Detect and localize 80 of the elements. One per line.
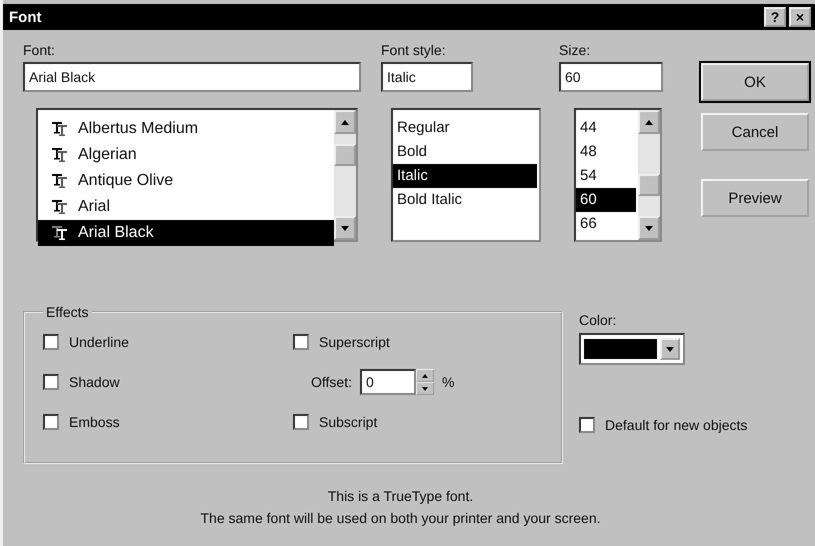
font-style-item[interactable]: Italic bbox=[393, 164, 537, 188]
font-list-item[interactable]: Antique Olive bbox=[38, 168, 334, 194]
scroll-up-button[interactable] bbox=[334, 110, 356, 134]
checkbox-option[interactable]: Shadow bbox=[43, 370, 293, 394]
font-style-label: Font style: bbox=[381, 42, 447, 59]
truetype-icon bbox=[52, 148, 68, 162]
offset-field[interactable]: 0 bbox=[360, 369, 416, 395]
checkbox[interactable] bbox=[43, 374, 59, 390]
font-name: Arial bbox=[78, 198, 110, 216]
dropdown-button[interactable] bbox=[660, 338, 680, 360]
truetype-icon bbox=[52, 200, 68, 214]
scrollbar-thumb[interactable] bbox=[638, 174, 660, 196]
size-item[interactable]: 66 bbox=[576, 212, 636, 236]
size-item[interactable]: 60 bbox=[576, 188, 636, 212]
checkbox-option[interactable]: Underline bbox=[43, 330, 293, 354]
font-style-item[interactable]: Regular bbox=[393, 116, 537, 140]
arrow-up-icon bbox=[341, 120, 349, 124]
arrow-down-icon bbox=[645, 226, 653, 230]
size-label: Size: bbox=[559, 42, 592, 59]
arrow-up-icon bbox=[645, 120, 653, 124]
offset-label: Offset: bbox=[311, 374, 352, 390]
scroll-up-button[interactable] bbox=[638, 110, 660, 134]
spin-up-button[interactable] bbox=[416, 369, 434, 382]
font-name: Albertus Medium bbox=[78, 120, 198, 138]
font-list-item[interactable]: Algerian bbox=[38, 142, 334, 168]
font-label: Font: bbox=[23, 42, 56, 59]
font-list-item[interactable]: Albertus Medium bbox=[38, 116, 334, 142]
window-title: Font bbox=[9, 8, 42, 26]
font-name: Algerian bbox=[78, 146, 137, 164]
close-button[interactable]: × bbox=[789, 7, 811, 27]
checkbox[interactable] bbox=[43, 334, 59, 350]
font-style-item[interactable]: Bold bbox=[393, 140, 537, 164]
color-label: Color: bbox=[579, 312, 618, 329]
checkbox-label: Emboss bbox=[69, 414, 120, 430]
checkbox-option[interactable]: Superscript bbox=[293, 330, 543, 354]
arrow-down-icon bbox=[422, 386, 428, 390]
size-list[interactable]: 44 48 54 60 66 bbox=[574, 108, 662, 242]
size-field[interactable]: 60 bbox=[559, 62, 663, 92]
size-item[interactable]: 48 bbox=[576, 140, 636, 164]
scroll-down-button[interactable] bbox=[334, 216, 356, 240]
checkbox-label: Shadow bbox=[69, 374, 120, 390]
help-button[interactable]: ? bbox=[764, 7, 786, 27]
font-list-item[interactable]: Arial Black bbox=[38, 220, 334, 246]
checkbox-option[interactable]: Emboss bbox=[43, 410, 293, 434]
checkbox[interactable] bbox=[579, 417, 595, 433]
arrow-down-icon bbox=[666, 346, 674, 352]
font-name: Antique Olive bbox=[78, 172, 174, 190]
truetype-icon bbox=[52, 174, 68, 188]
ok-button[interactable]: OK bbox=[701, 63, 809, 101]
description-text: The same font will be used on both your printer and your screen. bbox=[200, 510, 600, 526]
scrollbar-thumb[interactable] bbox=[334, 144, 356, 166]
size-item[interactable]: 54 bbox=[576, 164, 636, 188]
effects-title: Effects bbox=[45, 304, 90, 320]
preview-button[interactable]: Preview bbox=[701, 179, 809, 217]
font-field[interactable]: Arial Black bbox=[23, 62, 361, 92]
size-item[interactable]: 44 bbox=[576, 116, 636, 140]
checkbox[interactable] bbox=[293, 334, 309, 350]
font-style-item[interactable]: Bold Italic bbox=[393, 188, 537, 212]
checkbox-option[interactable]: Subscript bbox=[293, 410, 543, 434]
spin-down-button[interactable] bbox=[416, 382, 434, 395]
checkbox[interactable] bbox=[43, 414, 59, 430]
checkbox-label: Default for new objects bbox=[605, 417, 748, 433]
font-list-item[interactable]: Arial bbox=[38, 194, 334, 220]
percent-unit: % bbox=[442, 374, 454, 390]
checkbox[interactable] bbox=[293, 414, 309, 430]
arrow-up-icon bbox=[422, 374, 428, 378]
scroll-down-button[interactable] bbox=[638, 216, 660, 240]
truetype-icon bbox=[52, 122, 68, 136]
arrow-down-icon bbox=[341, 226, 349, 230]
color-dropdown[interactable] bbox=[579, 333, 685, 365]
checkbox-option[interactable]: Default for new objects bbox=[579, 413, 748, 437]
font-style-list[interactable]: Regular Bold Italic Bold Italic bbox=[391, 108, 541, 242]
font-style-field[interactable]: Italic bbox=[381, 62, 473, 92]
cancel-button[interactable]: Cancel bbox=[701, 113, 809, 151]
checkbox-label: Subscript bbox=[319, 414, 378, 430]
truetype-icon bbox=[52, 226, 68, 240]
checkbox-label: Underline bbox=[69, 334, 129, 350]
description-text: This is a TrueType font. bbox=[328, 488, 474, 504]
checkbox-label: Superscript bbox=[319, 334, 390, 350]
font-name: Arial Black bbox=[78, 224, 154, 242]
